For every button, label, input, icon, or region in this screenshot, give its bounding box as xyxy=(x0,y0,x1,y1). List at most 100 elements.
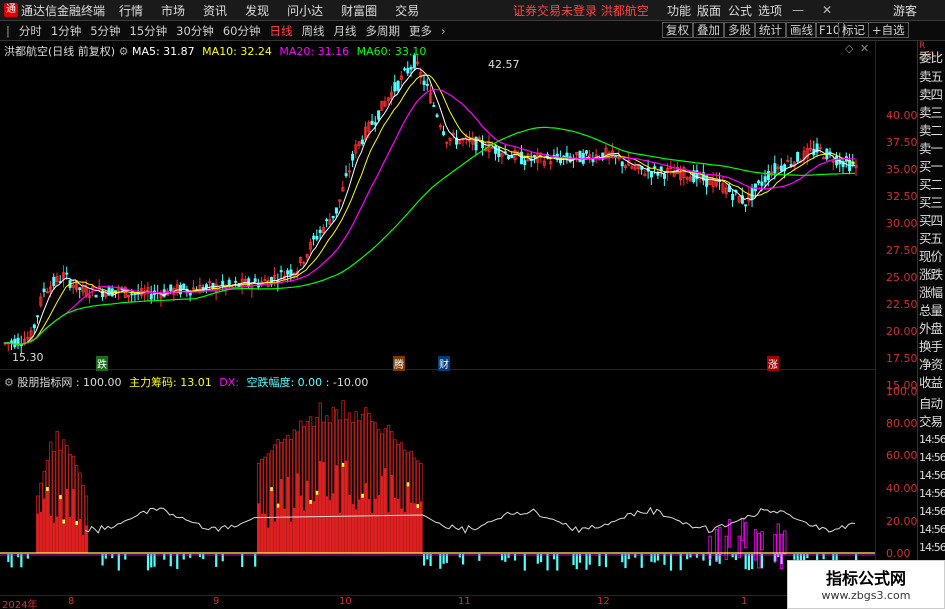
tab-fenshi[interactable]: 分时 xyxy=(15,22,46,40)
trade-login-warning[interactable]: 证券交易未登录 洪都航空 xyxy=(513,2,649,19)
side-buy3[interactable]: 买三 xyxy=(919,192,945,211)
candle-body xyxy=(334,207,338,214)
side-turnover[interactable]: 换手 xyxy=(919,336,945,355)
red-bar xyxy=(267,527,270,553)
add-favorite-button[interactable]: +自选 xyxy=(868,22,909,38)
candle-body xyxy=(204,284,208,289)
tab-60min[interactable]: 60分钟 xyxy=(219,22,265,40)
user-guest[interactable]: 游客 xyxy=(893,2,917,19)
overlay-button[interactable]: 叠加 xyxy=(693,22,724,38)
cyan-bar xyxy=(461,554,465,565)
stats-button[interactable]: 统计 xyxy=(755,22,786,38)
side-weibi[interactable]: 委比 xyxy=(919,47,945,66)
candle-body xyxy=(94,294,98,298)
menu-wenxiaoda[interactable]: 问小达 xyxy=(287,2,323,19)
close-icon[interactable]: ✕ xyxy=(822,3,832,17)
side-netasset[interactable]: 净资 xyxy=(919,354,945,373)
indicator-chart[interactable]: ⚙ 股朋指标网 : 100.00 主力筹码: 13.01 DX: 空跌幅度: 0… xyxy=(0,371,875,595)
indicator-gear-icon[interactable]: ⚙ xyxy=(4,376,17,389)
side-auto[interactable]: 自动 xyxy=(919,393,945,412)
red-bar xyxy=(335,465,338,553)
candle-body xyxy=(130,293,134,296)
side-buy1[interactable]: 买一 xyxy=(919,156,945,175)
side-volume[interactable]: 总量 xyxy=(919,300,945,319)
multi-stock-button[interactable]: 多股 xyxy=(724,22,755,38)
red-bar xyxy=(42,498,46,553)
period-toolbar: | 分时 1分钟 5分钟 15分钟 30分钟 60分钟 日线 周线 月线 多周期… xyxy=(0,21,945,41)
tab-multi-period[interactable]: 多周期 xyxy=(361,22,404,40)
cyan-bar xyxy=(169,554,172,567)
side-buy4[interactable]: 买四 xyxy=(919,210,945,229)
panel-close-icon[interactable]: ✕ xyxy=(860,42,869,55)
side-buy5[interactable]: 买五 xyxy=(919,228,945,247)
watermark-title: 指标公式网 xyxy=(825,569,906,588)
tab-30min[interactable]: 30分钟 xyxy=(172,22,218,40)
side-buy2[interactable]: 买二 xyxy=(919,174,945,193)
indicator-plot[interactable] xyxy=(0,371,875,595)
candlestick-plot[interactable] xyxy=(0,41,875,370)
cyan-bar xyxy=(669,554,673,571)
y-label: 17.50 xyxy=(886,352,918,365)
side-price[interactable]: 现价 xyxy=(919,246,945,265)
minimize-icon[interactable]: — xyxy=(792,3,804,17)
yellow-cap xyxy=(406,482,410,487)
tab-weekly[interactable]: 周线 xyxy=(297,22,328,40)
cyan-bar xyxy=(254,554,257,567)
menu-caifuquan[interactable]: 财富圈 xyxy=(341,2,377,19)
indicator-legend: ⚙ 股朋指标网 : 100.00 主力筹码: 13.01 DX: 空跌幅度: 0… xyxy=(4,374,368,390)
marker-teng[interactable]: 腾 xyxy=(393,356,405,371)
tab-monthly[interactable]: 月线 xyxy=(329,22,360,40)
side-sell4[interactable]: 卖四 xyxy=(919,84,945,103)
menu-shichang[interactable]: 市场 xyxy=(161,2,185,19)
menu-banmian[interactable]: 版面 xyxy=(697,2,721,19)
candlestick-chart[interactable]: 洪都航空(日线 前复权) ⚙ MA5: 31.87 MA10: 32.24 MA… xyxy=(0,41,875,371)
cyan-bar xyxy=(10,554,13,568)
tab-5min[interactable]: 5分钟 xyxy=(86,22,124,40)
candle-body xyxy=(744,204,748,207)
tab-more[interactable]: 更多 xyxy=(405,22,436,40)
side-change[interactable]: 涨跌 xyxy=(919,264,945,283)
tab-1min[interactable]: 1分钟 xyxy=(47,22,85,40)
ma60-line xyxy=(3,126,855,346)
side-sell3[interactable]: 卖三 xyxy=(919,102,945,121)
settings-gear-icon[interactable]: ⚙ xyxy=(119,45,132,58)
marker-die[interactable]: 跌 xyxy=(96,356,108,371)
candle-body xyxy=(279,270,283,273)
menu-zixun[interactable]: 资讯 xyxy=(203,2,227,19)
app-title: 通达信金融终端 xyxy=(21,3,106,18)
cyan-bar xyxy=(760,554,764,569)
cyan-bar xyxy=(588,554,591,565)
app-window: 通 通达信金融终端 行情 市场 资讯 发现 问小达 财富圈 交易 证券交易未登录… xyxy=(0,0,945,609)
marker-zhang[interactable]: 涨 xyxy=(767,356,779,371)
side-sell1[interactable]: 卖一 xyxy=(919,138,945,157)
red-bar xyxy=(403,512,407,553)
cyan-bar xyxy=(640,554,643,568)
menu-gongneng[interactable]: 功能 xyxy=(667,2,691,19)
tab-15min[interactable]: 15分钟 xyxy=(126,22,172,40)
red-bar xyxy=(367,499,371,553)
red-bar xyxy=(296,473,299,553)
side-sell2[interactable]: 卖二 xyxy=(919,120,945,139)
toolbar-grip-icon: | xyxy=(6,23,10,38)
side-trade[interactable]: 交易 xyxy=(919,411,945,430)
menu-jiaoyi[interactable]: 交易 xyxy=(395,2,419,19)
more-chevron-icon[interactable]: › xyxy=(437,23,450,39)
menu-xuanxiang[interactable]: 选项 xyxy=(758,2,782,19)
mark-button[interactable]: 标记 xyxy=(838,22,869,38)
cyan-bar xyxy=(556,554,559,571)
side-outer[interactable]: 外盘 xyxy=(919,318,945,337)
candle-body xyxy=(182,283,186,289)
collapse-icon[interactable]: ◇ xyxy=(845,42,853,55)
side-sell5[interactable]: 卖五 xyxy=(919,66,945,85)
tab-daily[interactable]: 日线 xyxy=(265,22,296,40)
side-change-pct[interactable]: 涨幅 xyxy=(919,282,945,301)
red-bar xyxy=(46,491,49,553)
menu-gongshi[interactable]: 公式 xyxy=(728,2,752,19)
candle-body xyxy=(403,68,407,71)
side-earnings[interactable]: 收益 xyxy=(919,372,945,391)
draw-line-button[interactable]: 画线 xyxy=(786,22,817,38)
menu-faxian[interactable]: 发现 xyxy=(245,2,269,19)
fuquan-button[interactable]: 复权 xyxy=(662,22,693,38)
marker-cai[interactable]: 财 xyxy=(438,356,450,371)
menu-hangqing[interactable]: 行情 xyxy=(119,2,143,19)
